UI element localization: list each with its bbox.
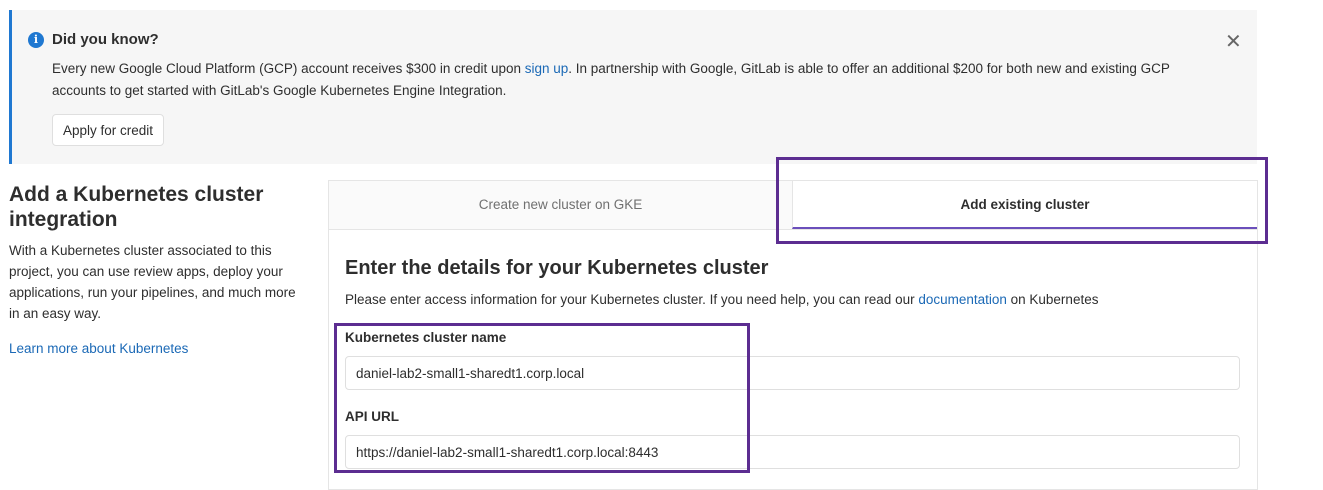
form-title: Enter the details for your Kubernetes cl…	[345, 257, 769, 279]
gcp-credit-banner: i Did you know? Every new Google Cloud P…	[9, 10, 1257, 164]
tab-create-new-cluster-gke[interactable]: Create new cluster on GKE	[329, 181, 792, 229]
form-help-start: Please enter access information for your…	[345, 292, 919, 307]
tab-add-existing-cluster[interactable]: Add existing cluster	[792, 181, 1257, 229]
section-title: Add a Kubernetes cluster integration	[9, 183, 264, 231]
cluster-name-label: Kubernetes cluster name	[345, 330, 507, 345]
banner-title: Did you know?	[52, 31, 159, 48]
api-url-input[interactable]	[345, 435, 1240, 469]
form-help-text: Please enter access information for your…	[345, 292, 1098, 307]
documentation-link[interactable]: documentation	[918, 292, 1007, 307]
banner-text-start: Every new Google Cloud Platform (GCP) ac…	[52, 61, 525, 76]
close-icon[interactable]: ✕	[1225, 32, 1242, 52]
api-url-label: API URL	[345, 409, 399, 424]
form-help-end: on Kubernetes	[1006, 292, 1099, 307]
cluster-tabs: Create new cluster on GKE Add existing c…	[329, 181, 1257, 230]
apply-for-credit-button[interactable]: Apply for credit	[52, 114, 165, 146]
sign-up-link[interactable]: sign up	[525, 61, 569, 76]
learn-more-kubernetes-link[interactable]: Learn more about Kubernetes	[9, 341, 188, 356]
info-icon: i	[28, 32, 44, 48]
section-description: With a Kubernetes cluster associated to …	[9, 243, 296, 321]
banner-text: Every new Google Cloud Platform (GCP) ac…	[52, 58, 1212, 102]
cluster-name-input[interactable]	[345, 356, 1240, 390]
